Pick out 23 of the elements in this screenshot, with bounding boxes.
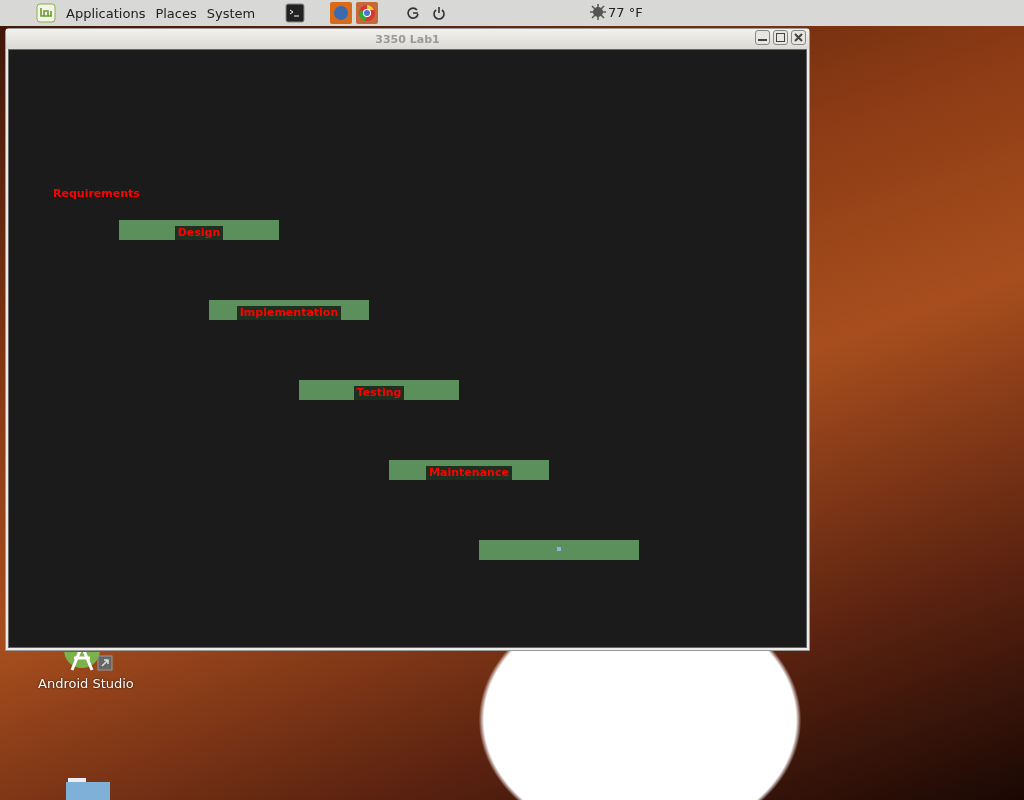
browser-icon[interactable] [356, 2, 379, 24]
stage-label: Maintenance [426, 466, 512, 480]
power-icon[interactable] [432, 6, 447, 20]
sun-icon [590, 4, 606, 20]
maximize-button[interactable] [773, 30, 788, 45]
panel-menu[interactable]: System [206, 3, 256, 23]
close-button[interactable] [791, 30, 806, 45]
folder-icon[interactable] [66, 776, 110, 800]
weather-reading[interactable]: 77 °F [608, 4, 643, 20]
desktop-icon-label[interactable]: Android Studio [38, 676, 134, 691]
minimize-button[interactable] [755, 30, 770, 45]
stage-label: Design [174, 226, 224, 240]
window-title: 3350 Lab1 [375, 32, 440, 46]
stage-label: Testing [353, 386, 405, 400]
cursor-square-icon [557, 547, 561, 551]
terminal-icon[interactable] [285, 3, 306, 23]
stage-label: Requirements [53, 187, 140, 200]
panel-menu[interactable]: Places [155, 3, 197, 23]
close-icon [794, 33, 803, 42]
refresh-icon[interactable] [406, 6, 421, 20]
maximize-icon [776, 33, 785, 42]
stage-label: Implementation [236, 306, 342, 320]
panel-menu[interactable]: Applications [66, 3, 146, 23]
